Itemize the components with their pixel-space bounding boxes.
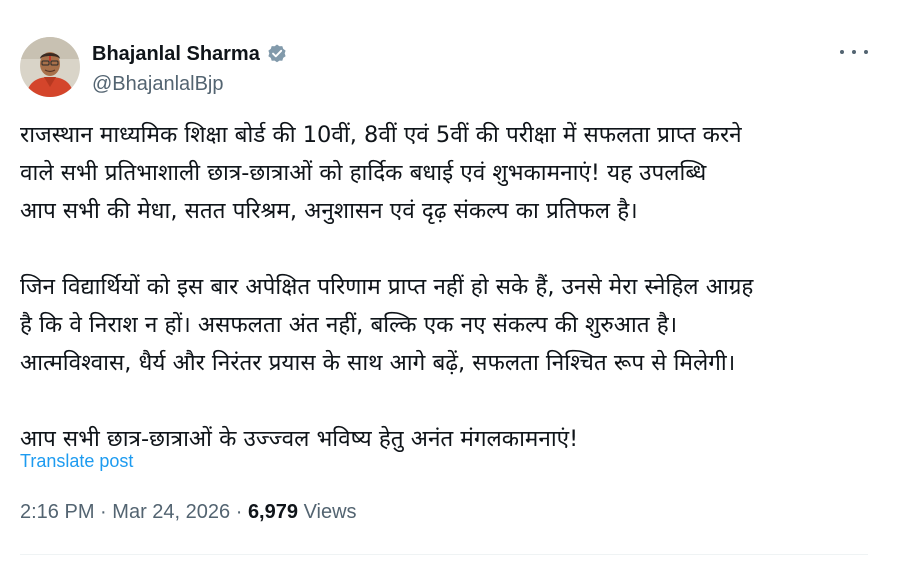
post-text-line: वाले सभी प्रतिभाशाली छात्र-छात्राओं को ह… [20, 160, 707, 186]
post-text-line: आत्मविश्वास, धैर्य और निरंतर प्रयास के स… [20, 350, 736, 376]
more-options-icon[interactable] [840, 42, 868, 62]
author-names: Bhajanlal Sharma @BhajanlalBjp [92, 42, 288, 96]
meta-separator: · [235, 501, 243, 523]
dot [840, 50, 844, 54]
dot [852, 50, 856, 54]
post-text-line: है कि वे निराश न हों। असफलता अंत नहीं, ब… [20, 312, 678, 338]
divider [20, 554, 868, 555]
views-label: Views [303, 501, 357, 523]
post-time[interactable]: 2:16 PM [20, 501, 94, 523]
post-card: Bhajanlal Sharma @BhajanlalBjp राजस्थान … [0, 0, 904, 561]
verified-badge-icon[interactable] [266, 43, 288, 65]
meta-separator: · [100, 501, 107, 523]
avatar[interactable] [20, 37, 80, 97]
display-name-row: Bhajanlal Sharma [92, 42, 288, 66]
dot [864, 50, 868, 54]
views-count: 6,979 [247, 501, 298, 523]
display-name[interactable]: Bhajanlal Sharma [92, 42, 260, 66]
post-header: Bhajanlal Sharma @BhajanlalBjp [20, 37, 288, 101]
translate-post-link[interactable]: Translate post [20, 450, 133, 472]
author-handle[interactable]: @BhajanlalBjp [92, 72, 288, 96]
post-meta: 2:16 PM · Mar 24, 2026 · 6,979 Views [20, 500, 357, 524]
post-date[interactable]: Mar 24, 2026 [112, 501, 230, 523]
post-text-line: जिन विद्यार्थियों को इस बार अपेक्षित परि… [20, 274, 754, 300]
post-text-line: आप सभी छात्र-छात्राओं के उज्ज्वल भविष्य … [20, 426, 579, 452]
post-text: राजस्थान माध्यमिक शिक्षा बोर्ड की 10वीं,… [20, 116, 870, 458]
post-text-line: आप सभी की मेधा, सतत परिश्रम, अनुशासन एवं… [20, 198, 638, 224]
post-text-line: राजस्थान माध्यमिक शिक्षा बोर्ड की 10वीं,… [20, 122, 742, 148]
